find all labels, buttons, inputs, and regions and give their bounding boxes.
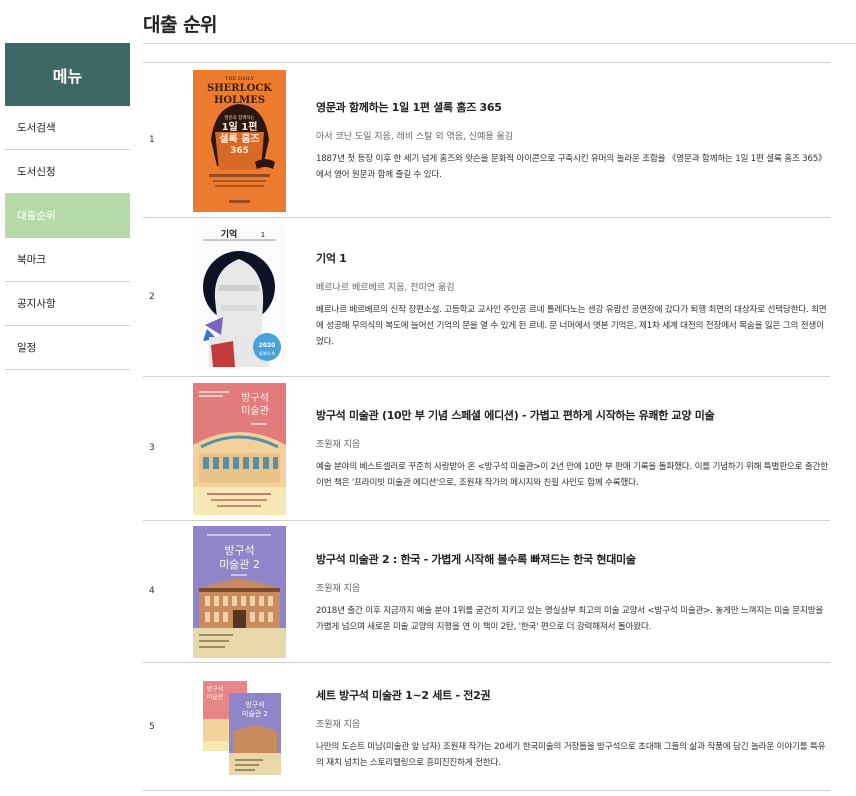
book-author: 아서 코난 도일 지음, 레비 스탈 외 엮음, 신예용 옮김 xyxy=(316,132,514,142)
rank-number: 5 xyxy=(149,722,155,732)
list-item[interactable]: 4 방구석 미술관 2 방구석 미술관 2: 한국 - 가볍게 시작해 볼수록… xyxy=(143,521,830,663)
book-info: 방구석 미술관 2 : 한국 - 가볍게 시작해 볼수록 빠져드는 한국 현대미… xyxy=(316,551,831,635)
rank-number: 4 xyxy=(149,586,155,596)
sidebar-item-book-request[interactable]: 도서신청 xyxy=(5,150,130,194)
book-description: 나만의 도슨트 미남(미술관 앞 남자) 조원재 작가는 20세기 한국미술의 … xyxy=(316,742,826,768)
cover-kr-title: 셜록 홈즈 xyxy=(219,132,259,145)
list-item[interactable]: 5 방구석 미술관 방구석 미술관 2 세트 방구석 미술관 1~2 세트 - … xyxy=(143,663,830,791)
sidebar-item-label: 도서신청 xyxy=(17,166,56,178)
book-cover-image: THE DAILY SHERLOCK HOLMES 영문과 함께하는 1일 1편… xyxy=(193,70,286,212)
book-cover[interactable]: 방구석 미술관 방구석 미술관 2 xyxy=(193,675,286,779)
book-description: 베르나르 베르베르의 신작 장편소설. 고등학교 교사인 주인공 르네 톨레다노… xyxy=(316,305,827,347)
rank-number: 3 xyxy=(149,443,155,453)
cover-kr-title: 365 xyxy=(230,146,249,156)
book-author: 조원재 지음 xyxy=(316,440,361,450)
list-item[interactable]: 3 방구석 미술관 방구석 미술관 (10만 부 기념 스페셜 에디션) - 가… xyxy=(143,377,830,521)
sidebar-item-label: 공지사항 xyxy=(17,298,56,310)
cover-badge-text: 올해의 책 xyxy=(259,350,275,356)
rank-number: 2 xyxy=(149,292,155,302)
book-cover-image: 방구석 미술관 방구석 미술관 2 xyxy=(193,675,286,779)
sidebar-item-bookmark[interactable]: 북마크 xyxy=(5,238,130,282)
cover-kr-title: 영문과 함께하는 xyxy=(224,114,254,121)
cover-volume: 1 xyxy=(261,231,265,239)
cover-kr-title: 방구석 xyxy=(241,392,269,404)
cover-en-title: SHERLOCK xyxy=(207,83,272,94)
sidebar-item-notice[interactable]: 공지사항 xyxy=(5,282,130,326)
book-cover[interactable]: THE DAILY SHERLOCK HOLMES 영문과 함께하는 1일 1편… xyxy=(193,70,286,212)
list-item[interactable]: 2 기억 1 2020 올해의 책 기억 1 베르나르 베르베르 지음, 전미연… xyxy=(143,218,830,377)
sidebar-menu: 메뉴 도서검색 도서신청 대출순위 북마크 공지사항 일정 xyxy=(5,43,130,370)
cover-kr-title: 방구석 xyxy=(245,700,264,709)
sidebar-item-label: 도서검색 xyxy=(17,122,56,134)
book-cover[interactable]: 방구석 미술관 2 xyxy=(193,526,286,658)
book-author: 조원재 지음 xyxy=(316,720,361,730)
book-title[interactable]: 영문과 함께하는 1일 1편 셜록 홈즈 365 xyxy=(316,99,831,115)
book-info: 영문과 함께하는 1일 1편 셜록 홈즈 365 아서 코난 도일 지음, 레비… xyxy=(316,99,831,183)
cover-kr-title: 미술관 xyxy=(207,693,224,701)
book-info: 세트 방구석 미술관 1~2 세트 - 전2권 조원재 지음 나만의 도슨트 미… xyxy=(316,687,831,771)
cover-kr-title: 방구석 xyxy=(207,685,224,693)
book-info: 방구석 미술관 (10만 부 기념 스페셜 에디션) - 가볍고 편하게 시작하… xyxy=(316,407,831,491)
book-cover[interactable]: 기억 1 2020 올해의 책 xyxy=(193,225,286,370)
rank-number: 1 xyxy=(149,135,155,145)
book-description: 2018년 출간 이후 지금까지 예술 분야 1위를 굳건히 지키고 있는 명실… xyxy=(316,606,824,632)
book-cover[interactable]: 방구석 미술관 xyxy=(193,383,286,515)
book-info: 기억 1 베르나르 베르베르 지음, 전미연 옮김 베르나르 베르베르의 신작 … xyxy=(316,250,831,350)
cover-kr-title: 1일 1편 xyxy=(222,120,258,133)
book-author: 베르나르 베르베르 지음, 전미연 옮김 xyxy=(316,283,455,293)
book-author: 조원재 지음 xyxy=(316,584,361,594)
sidebar-item-book-search[interactable]: 도서검색 xyxy=(5,106,130,150)
cover-kr-title: 방구석 xyxy=(224,544,254,557)
sidebar-item-schedule[interactable]: 일정 xyxy=(5,326,130,370)
page-title: 대출 순위 xyxy=(143,14,218,36)
cover-kr-title: 미술관 2 xyxy=(242,709,268,718)
book-title[interactable]: 세트 방구석 미술관 1~2 세트 - 전2권 xyxy=(316,687,831,703)
book-cover-image: 기억 1 2020 올해의 책 xyxy=(193,225,286,370)
cover-kr-title: 미술관 xyxy=(241,405,269,417)
cover-kr-title: 미술관 2 xyxy=(219,558,260,571)
cover-kr-title: 기억 xyxy=(221,228,238,240)
ranking-list: 1 THE DAILY SHERLOCK HOLMES 영문과 함께하는 1일 … xyxy=(143,62,830,791)
sidebar-item-label: 대출순위 xyxy=(17,210,56,222)
book-title[interactable]: 기억 1 xyxy=(316,250,831,266)
cover-badge-year: 2020 xyxy=(259,342,276,349)
sidebar-item-label: 일정 xyxy=(17,342,37,354)
sidebar-header: 메뉴 xyxy=(5,43,130,106)
book-description: 1887년 첫 등장 이후 한 세기 넘게 홈즈와 왓슨을 문화적 아이콘으로 … xyxy=(316,154,827,180)
list-item[interactable]: 1 THE DAILY SHERLOCK HOLMES 영문과 함께하는 1일 … xyxy=(143,63,830,218)
book-description: 예술 분야의 베스트셀러로 꾸준히 사랑받아 온 <방구석 미술관>이 2년 만… xyxy=(316,462,828,488)
book-cover-image: 방구석 미술관 xyxy=(193,383,286,515)
cover-en-title: THE DAILY xyxy=(225,76,255,82)
book-title[interactable]: 방구석 미술관 2 : 한국 - 가볍게 시작해 볼수록 빠져드는 한국 현대미… xyxy=(316,551,831,567)
sidebar-item-label: 북마크 xyxy=(17,254,46,266)
book-title[interactable]: 방구석 미술관 (10만 부 기념 스페셜 에디션) - 가볍고 편하게 시작하… xyxy=(316,407,831,423)
book-cover-image: 방구석 미술관 2 xyxy=(193,526,286,658)
sidebar-item-loan-ranking[interactable]: 대출순위 xyxy=(5,194,130,238)
title-divider xyxy=(143,43,856,44)
